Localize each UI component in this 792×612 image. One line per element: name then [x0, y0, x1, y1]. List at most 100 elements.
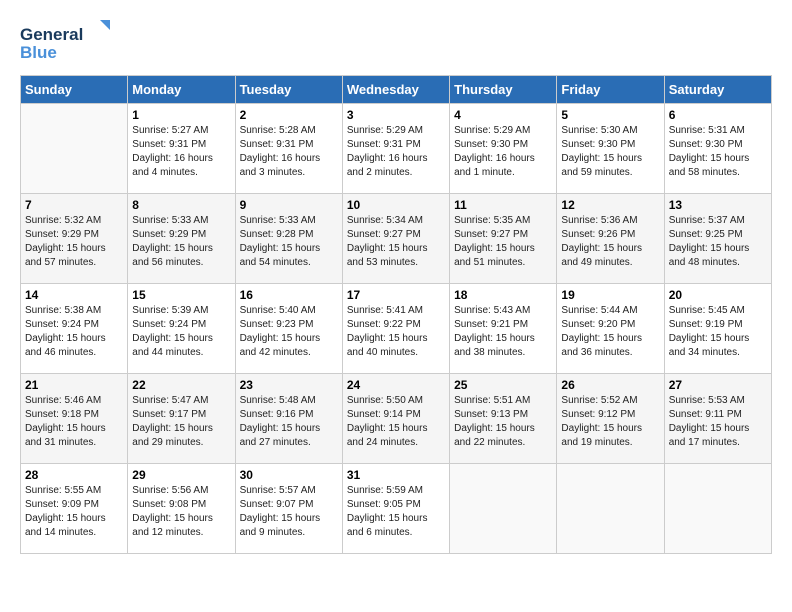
calendar-cell: 17 Sunrise: 5:41 AM Sunset: 9:22 PM Dayli… [342, 284, 449, 374]
day-info: Sunrise: 5:30 AM Sunset: 9:30 PM Dayligh… [561, 124, 659, 180]
week-row-2: 7 Sunrise: 5:32 AM Sunset: 9:29 PM Daylig… [21, 194, 772, 284]
calendar-cell: 5 Sunrise: 5:30 AM Sunset: 9:30 PM Daylig… [557, 104, 664, 194]
calendar-cell: 23 Sunrise: 5:48 AM Sunset: 9:16 PM Dayli… [235, 374, 342, 464]
day-info: Sunrise: 5:50 AM Sunset: 9:14 PM Dayligh… [347, 394, 445, 450]
page-header: General Blue [20, 20, 772, 65]
day-info: Sunrise: 5:29 AM Sunset: 9:30 PM Dayligh… [454, 124, 552, 180]
calendar-cell: 1 Sunrise: 5:27 AM Sunset: 9:31 PM Daylig… [128, 104, 235, 194]
week-row-3: 14 Sunrise: 5:38 AM Sunset: 9:24 PM Dayli… [21, 284, 772, 374]
day-info: Sunrise: 5:43 AM Sunset: 9:21 PM Dayligh… [454, 304, 552, 360]
logo: General Blue [20, 20, 110, 65]
calendar-cell: 4 Sunrise: 5:29 AM Sunset: 9:30 PM Daylig… [450, 104, 557, 194]
day-number: 20 [669, 288, 767, 302]
day-number: 11 [454, 198, 552, 212]
day-info: Sunrise: 5:38 AM Sunset: 9:24 PM Dayligh… [25, 304, 123, 360]
calendar-cell: 6 Sunrise: 5:31 AM Sunset: 9:30 PM Daylig… [664, 104, 771, 194]
calendar-cell [21, 104, 128, 194]
day-info: Sunrise: 5:53 AM Sunset: 9:11 PM Dayligh… [669, 394, 767, 450]
day-info: Sunrise: 5:55 AM Sunset: 9:09 PM Dayligh… [25, 484, 123, 540]
svg-text:Blue: Blue [20, 43, 57, 62]
calendar-header-row: SundayMondayTuesdayWednesdayThursdayFrid… [21, 76, 772, 104]
calendar-cell: 10Sunrise: 5:34 AM Sunset: 9:27 PM Dayli… [342, 194, 449, 284]
calendar-cell [664, 464, 771, 554]
day-info: Sunrise: 5:52 AM Sunset: 9:12 PM Dayligh… [561, 394, 659, 450]
calendar-cell: 31 Sunrise: 5:59 AM Sunset: 9:05 PM Dayli… [342, 464, 449, 554]
day-number: 23 [240, 378, 338, 392]
day-number: 21 [25, 378, 123, 392]
day-info: Sunrise: 5:29 AM Sunset: 9:31 PM Dayligh… [347, 124, 445, 180]
day-info: Sunrise: 5:40 AM Sunset: 9:23 PM Dayligh… [240, 304, 338, 360]
day-info: Sunrise: 5:48 AM Sunset: 9:16 PM Dayligh… [240, 394, 338, 450]
day-info: Sunrise: 5:31 AM Sunset: 9:30 PM Dayligh… [669, 124, 767, 180]
day-number: 4 [454, 108, 552, 122]
col-header-thursday: Thursday [450, 76, 557, 104]
day-number: 8 [132, 198, 230, 212]
day-number: 13 [669, 198, 767, 212]
day-info: Sunrise: 5:34 AM Sunset: 9:27 PM Dayligh… [347, 214, 445, 270]
day-info: Sunrise: 5:56 AM Sunset: 9:08 PM Dayligh… [132, 484, 230, 540]
calendar-cell: 29 Sunrise: 5:56 AM Sunset: 9:08 PM Dayli… [128, 464, 235, 554]
day-number: 1 [132, 108, 230, 122]
day-number: 25 [454, 378, 552, 392]
day-number: 26 [561, 378, 659, 392]
col-header-friday: Friday [557, 76, 664, 104]
calendar-cell [450, 464, 557, 554]
day-number: 18 [454, 288, 552, 302]
day-number: 12 [561, 198, 659, 212]
calendar-cell: 28 Sunrise: 5:55 AM Sunset: 9:09 PM Dayli… [21, 464, 128, 554]
col-header-monday: Monday [128, 76, 235, 104]
week-row-4: 21 Sunrise: 5:46 AM Sunset: 9:18 PM Dayli… [21, 374, 772, 464]
day-info: Sunrise: 5:57 AM Sunset: 9:07 PM Dayligh… [240, 484, 338, 540]
day-info: Sunrise: 5:39 AM Sunset: 9:24 PM Dayligh… [132, 304, 230, 360]
col-header-tuesday: Tuesday [235, 76, 342, 104]
day-number: 6 [669, 108, 767, 122]
day-number: 17 [347, 288, 445, 302]
calendar-cell: 16 Sunrise: 5:40 AM Sunset: 9:23 PM Dayli… [235, 284, 342, 374]
svg-text:General: General [20, 25, 83, 44]
day-number: 28 [25, 468, 123, 482]
calendar-cell: 19Sunrise: 5:44 AM Sunset: 9:20 PM Dayli… [557, 284, 664, 374]
day-number: 15 [132, 288, 230, 302]
day-info: Sunrise: 5:32 AM Sunset: 9:29 PM Dayligh… [25, 214, 123, 270]
day-number: 30 [240, 468, 338, 482]
day-info: Sunrise: 5:59 AM Sunset: 9:05 PM Dayligh… [347, 484, 445, 540]
day-number: 2 [240, 108, 338, 122]
day-number: 5 [561, 108, 659, 122]
calendar-cell: 8 Sunrise: 5:33 AM Sunset: 9:29 PM Daylig… [128, 194, 235, 284]
calendar-cell: 30 Sunrise: 5:57 AM Sunset: 9:07 PM Dayli… [235, 464, 342, 554]
day-info: Sunrise: 5:46 AM Sunset: 9:18 PM Dayligh… [25, 394, 123, 450]
col-header-sunday: Sunday [21, 76, 128, 104]
calendar-cell: 12Sunrise: 5:36 AM Sunset: 9:26 PM Dayli… [557, 194, 664, 284]
day-info: Sunrise: 5:37 AM Sunset: 9:25 PM Dayligh… [669, 214, 767, 270]
day-number: 29 [132, 468, 230, 482]
calendar-cell: 27Sunrise: 5:53 AM Sunset: 9:11 PM Dayli… [664, 374, 771, 464]
day-info: Sunrise: 5:33 AM Sunset: 9:29 PM Dayligh… [132, 214, 230, 270]
col-header-wednesday: Wednesday [342, 76, 449, 104]
logo-svg: General Blue [20, 20, 110, 65]
day-number: 16 [240, 288, 338, 302]
calendar-table: SundayMondayTuesdayWednesdayThursdayFrid… [20, 75, 772, 554]
day-number: 14 [25, 288, 123, 302]
calendar-cell: 24 Sunrise: 5:50 AM Sunset: 9:14 PM Dayli… [342, 374, 449, 464]
calendar-cell: 15 Sunrise: 5:39 AM Sunset: 9:24 PM Dayli… [128, 284, 235, 374]
day-number: 7 [25, 198, 123, 212]
calendar-cell: 11 Sunrise: 5:35 AM Sunset: 9:27 PM Dayli… [450, 194, 557, 284]
calendar-cell: 22 Sunrise: 5:47 AM Sunset: 9:17 PM Dayli… [128, 374, 235, 464]
calendar-cell [557, 464, 664, 554]
calendar-cell: 2 Sunrise: 5:28 AM Sunset: 9:31 PM Daylig… [235, 104, 342, 194]
calendar-cell: 9Sunrise: 5:33 AM Sunset: 9:28 PM Daylig… [235, 194, 342, 284]
day-number: 31 [347, 468, 445, 482]
day-info: Sunrise: 5:47 AM Sunset: 9:17 PM Dayligh… [132, 394, 230, 450]
day-info: Sunrise: 5:28 AM Sunset: 9:31 PM Dayligh… [240, 124, 338, 180]
day-info: Sunrise: 5:44 AM Sunset: 9:20 PM Dayligh… [561, 304, 659, 360]
day-number: 24 [347, 378, 445, 392]
day-info: Sunrise: 5:51 AM Sunset: 9:13 PM Dayligh… [454, 394, 552, 450]
calendar-cell: 13 Sunrise: 5:37 AM Sunset: 9:25 PM Dayli… [664, 194, 771, 284]
day-number: 22 [132, 378, 230, 392]
calendar-cell: 18 Sunrise: 5:43 AM Sunset: 9:21 PM Dayli… [450, 284, 557, 374]
calendar-cell: 14 Sunrise: 5:38 AM Sunset: 9:24 PM Dayli… [21, 284, 128, 374]
day-info: Sunrise: 5:41 AM Sunset: 9:22 PM Dayligh… [347, 304, 445, 360]
day-info: Sunrise: 5:27 AM Sunset: 9:31 PM Dayligh… [132, 124, 230, 180]
day-info: Sunrise: 5:35 AM Sunset: 9:27 PM Dayligh… [454, 214, 552, 270]
week-row-5: 28 Sunrise: 5:55 AM Sunset: 9:09 PM Dayli… [21, 464, 772, 554]
